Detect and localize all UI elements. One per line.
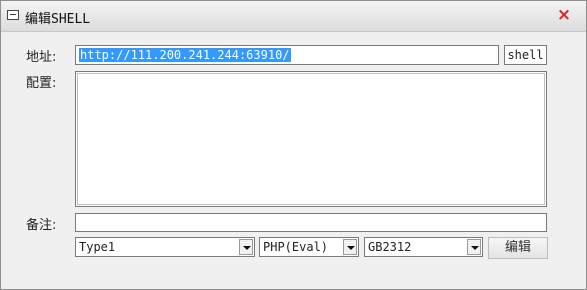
- config-label: 配置:: [26, 76, 57, 91]
- edit-shell-dialog: 编辑SHELL × 地址: http://111.200.241.244:639…: [0, 0, 587, 290]
- dropdown-arrow-icon[interactable]: [467, 239, 481, 255]
- encoding-select[interactable]: GB2312: [364, 237, 483, 257]
- config-textarea[interactable]: [75, 71, 547, 207]
- type-select-value: Type1: [79, 240, 116, 254]
- note-label: 备注:: [26, 218, 57, 233]
- dropdown-arrow-icon[interactable]: [343, 239, 357, 255]
- edit-button[interactable]: 编辑: [488, 237, 548, 259]
- title-bar[interactable]: 编辑SHELL ×: [1, 1, 586, 32]
- close-icon[interactable]: ×: [554, 4, 574, 26]
- script-type-select[interactable]: PHP(Eval): [259, 237, 359, 257]
- script-type-value: PHP(Eval): [263, 240, 329, 254]
- window-title: 编辑SHELL: [25, 12, 91, 27]
- encoding-value: GB2312: [368, 240, 412, 254]
- address-label: 地址:: [26, 50, 57, 65]
- type-select[interactable]: Type1: [75, 237, 255, 257]
- dropdown-arrow-icon[interactable]: [239, 239, 253, 255]
- note-input[interactable]: [75, 213, 547, 232]
- config-text: [77, 73, 545, 205]
- shell-button[interactable]: shell: [504, 45, 547, 65]
- address-input[interactable]: http://111.200.241.244:63910/: [75, 45, 499, 65]
- window-icon: [7, 10, 19, 20]
- address-value: http://111.200.241.244:63910/: [79, 48, 291, 62]
